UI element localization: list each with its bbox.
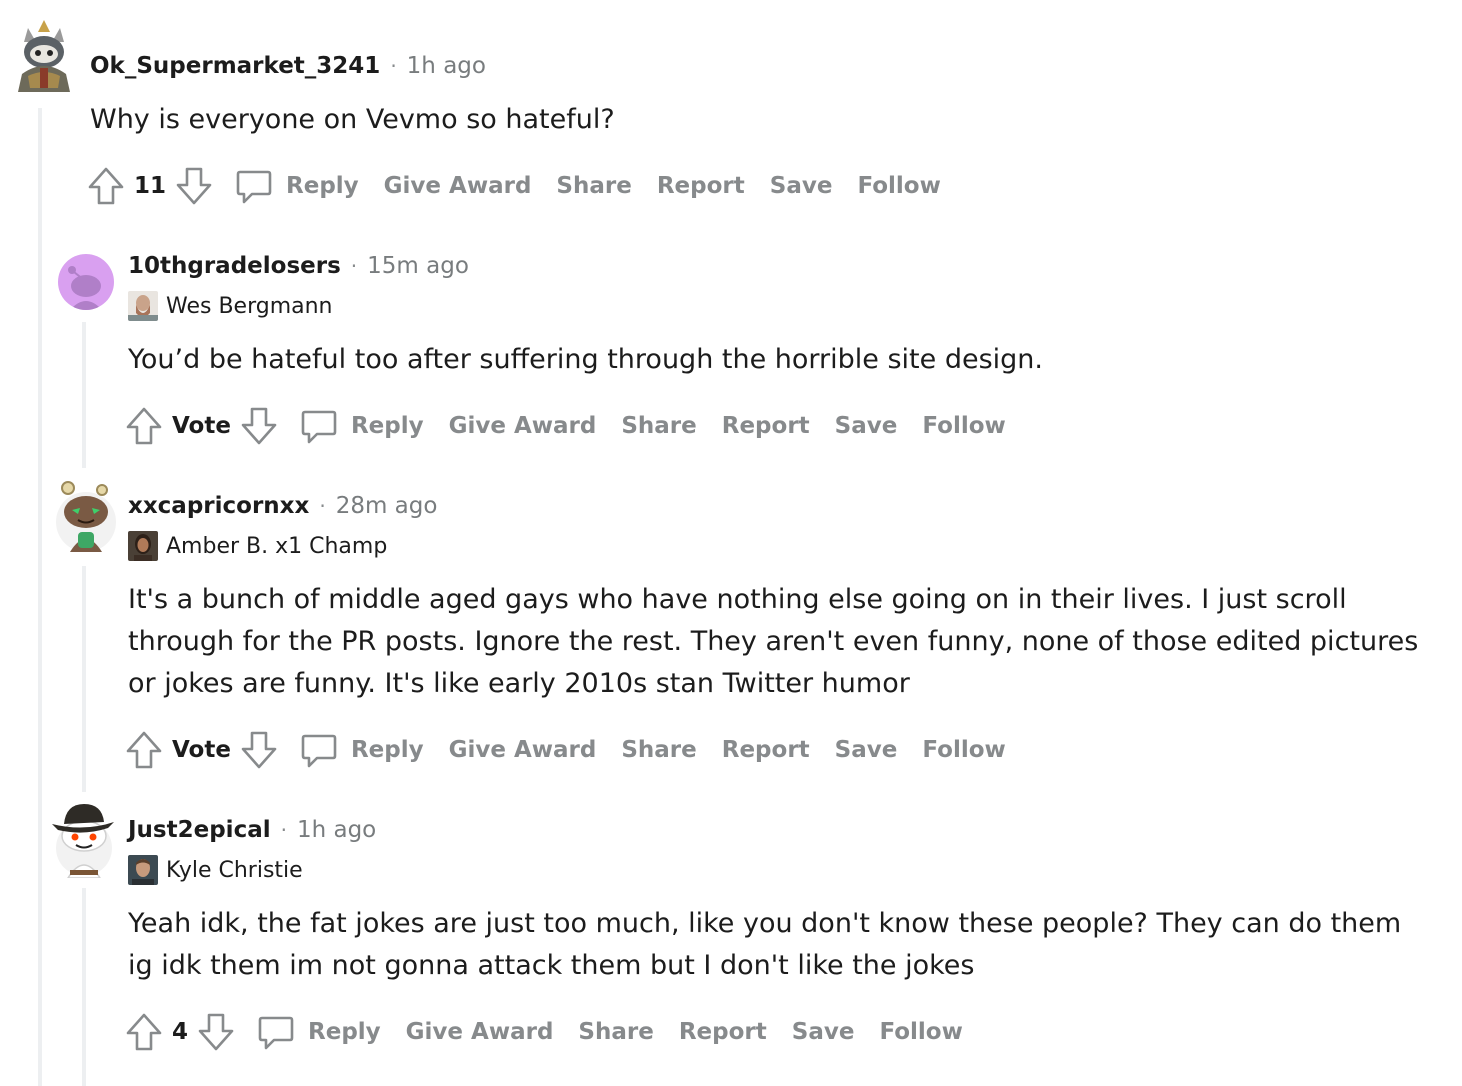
reply-button[interactable]: Reply	[234, 166, 359, 206]
comment-actions: 4 Reply Give Award Share Report Save Fol…	[124, 1010, 988, 1054]
reply-button[interactable]: Reply	[299, 406, 424, 446]
follow-button[interactable]: Follow	[922, 737, 1005, 763]
separator-dot: ·	[319, 494, 326, 518]
comment-body: Yeah idk, the fat jokes are just too muc…	[128, 908, 1402, 981]
report-button[interactable]: Report	[722, 413, 810, 439]
cowboy-snoo-avatar-icon	[52, 804, 114, 878]
comment-body: You’d be hateful too after suffering thr…	[128, 344, 1043, 375]
comment-actions: 11 Reply Give Award Share Report Save Fo…	[86, 164, 966, 208]
save-button[interactable]: Save	[835, 413, 898, 439]
report-button[interactable]: Report	[657, 173, 745, 199]
thread-line-reply-1[interactable]	[82, 322, 86, 468]
save-button[interactable]: Save	[770, 173, 833, 199]
upvote-icon[interactable]	[124, 729, 164, 771]
share-button[interactable]: Share	[621, 413, 696, 439]
give-award-button[interactable]: Give Award	[449, 737, 597, 763]
flair-text: Kyle Christie	[166, 857, 303, 883]
avatar[interactable]	[14, 18, 74, 94]
downvote-icon[interactable]	[174, 165, 214, 207]
comment-header: xxcapricornxx · 28m ago	[128, 488, 437, 524]
comment-actions: Vote Reply Give Award Share Report Save …	[124, 728, 1031, 772]
user-flair: Amber B. x1 Champ	[128, 530, 387, 562]
avatar[interactable]	[56, 478, 116, 552]
thread-line-reply-3[interactable]	[82, 888, 86, 1086]
comment-bubble-icon	[256, 1012, 296, 1052]
share-button[interactable]: Share	[621, 737, 696, 763]
avatar[interactable]	[50, 800, 116, 878]
reply-label: Reply	[308, 1019, 381, 1045]
comment-bubble-icon	[299, 406, 339, 446]
comment-body: Why is everyone on Vevmo so hateful?	[90, 104, 615, 135]
downvote-icon[interactable]	[239, 405, 279, 447]
flair-text: Amber B. x1 Champ	[166, 533, 388, 559]
comment-header: 10thgradelosers · 15m ago	[128, 248, 469, 284]
reply-label: Reply	[286, 173, 359, 199]
author-name[interactable]: Just2epical	[128, 817, 271, 843]
save-button[interactable]: Save	[792, 1019, 855, 1045]
separator-dot: ·	[280, 818, 287, 842]
flair-photo-icon	[128, 855, 158, 885]
flair-photo-icon	[128, 291, 158, 321]
timestamp[interactable]: 15m ago	[367, 253, 469, 279]
report-button[interactable]: Report	[679, 1019, 767, 1045]
reply-button[interactable]: Reply	[299, 730, 424, 770]
report-button[interactable]: Report	[722, 737, 810, 763]
user-flair: Kyle Christie	[128, 854, 303, 886]
thread-line-root[interactable]	[38, 108, 42, 1086]
author-name[interactable]: 10thgradelosers	[128, 253, 341, 279]
downvote-icon[interactable]	[196, 1011, 236, 1053]
vote-label: Vote	[172, 737, 231, 763]
share-button[interactable]: Share	[578, 1019, 653, 1045]
armored-snoo-avatar-icon	[18, 20, 70, 92]
author-name[interactable]: xxcapricornxx	[128, 493, 309, 519]
share-button[interactable]: Share	[556, 173, 631, 199]
default-snoo-avatar-icon	[68, 266, 102, 310]
flair-photo-icon	[128, 531, 158, 561]
avatar[interactable]	[58, 254, 114, 310]
save-button[interactable]: Save	[835, 737, 898, 763]
follow-button[interactable]: Follow	[879, 1019, 962, 1045]
follow-button[interactable]: Follow	[922, 413, 1005, 439]
give-award-button[interactable]: Give Award	[406, 1019, 554, 1045]
vote-count: 4	[172, 1019, 189, 1045]
reply-label: Reply	[350, 413, 424, 439]
downvote-icon[interactable]	[239, 729, 279, 771]
timestamp[interactable]: 1h ago	[407, 53, 486, 79]
upvote-icon[interactable]	[124, 405, 164, 447]
comment-actions: Vote Reply Give Award Share Report Save …	[124, 404, 1031, 448]
give-award-button[interactable]: Give Award	[384, 173, 532, 199]
comment-bubble-icon	[299, 730, 339, 770]
author-name[interactable]: Ok_Supermarket_3241	[90, 53, 380, 79]
thread-line-reply-2[interactable]	[82, 566, 86, 792]
upvote-icon[interactable]	[86, 165, 126, 207]
comment-body: It's a bunch of middle aged gays who hav…	[128, 584, 1419, 699]
separator-dot: ·	[350, 254, 358, 278]
vote-count: 11	[134, 173, 167, 199]
reply-label: Reply	[350, 737, 424, 763]
follow-button[interactable]: Follow	[857, 173, 940, 199]
comment-header: Just2epical · 1h ago	[128, 812, 376, 848]
reply-button[interactable]: Reply	[256, 1012, 381, 1052]
upvote-icon[interactable]	[124, 1011, 164, 1053]
give-award-button[interactable]: Give Award	[449, 413, 597, 439]
timestamp[interactable]: 1h ago	[297, 817, 376, 843]
vote-label: Vote	[172, 413, 231, 439]
comment-bubble-icon	[234, 166, 274, 206]
comment-header: Ok_Supermarket_3241 · 1h ago	[90, 48, 486, 84]
flair-text: Wes Bergmann	[166, 293, 333, 319]
green-snoo-avatar-icon	[56, 481, 116, 552]
separator-dot: ·	[390, 54, 397, 78]
timestamp[interactable]: 28m ago	[336, 493, 438, 519]
user-flair: Wes Bergmann	[128, 290, 333, 322]
